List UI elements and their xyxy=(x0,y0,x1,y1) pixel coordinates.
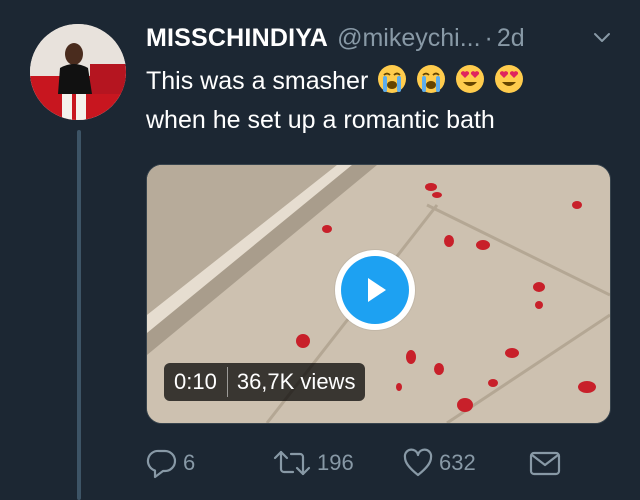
thread-line xyxy=(77,130,81,500)
chevron-down-icon[interactable] xyxy=(592,28,612,48)
user-handle[interactable]: @mikeychi... xyxy=(337,24,480,53)
retweet-count: 196 xyxy=(317,450,354,475)
loudly-crying-face-emoji xyxy=(378,65,407,93)
video-stats-badge: 0:10 36,7K views xyxy=(164,363,366,401)
play-button-circle xyxy=(341,256,409,324)
reply-button[interactable]: 6 xyxy=(146,445,195,481)
display-name[interactable]: MISSCHINDIYA xyxy=(146,24,328,53)
direct-message-button[interactable] xyxy=(528,445,562,481)
separator: · xyxy=(484,23,493,52)
play-icon xyxy=(368,278,386,302)
tweet-header: MISSCHINDIYA @mikeychi... · 2d xyxy=(146,20,620,56)
retweet-button[interactable]: 196 xyxy=(272,445,354,481)
heart-icon xyxy=(403,448,433,477)
avatar[interactable] xyxy=(30,24,126,120)
tweet-text-line-2: when he set up a romantic bath xyxy=(146,106,495,134)
heart-eyes-emoji xyxy=(495,65,524,93)
envelope-icon xyxy=(529,451,561,476)
reply-icon xyxy=(146,449,177,479)
tweet-text-line-1: This was a smasher xyxy=(146,67,369,95)
like-count: 632 xyxy=(439,450,476,475)
reply-count: 6 xyxy=(183,450,196,475)
video-duration: 0:10 xyxy=(164,367,228,397)
heart-eyes-emoji xyxy=(456,65,485,93)
timestamp[interactable]: 2d xyxy=(497,24,525,53)
play-button[interactable] xyxy=(335,250,415,330)
tweet-text: This was a smasher when he set up a roma… xyxy=(146,62,626,140)
retweet-icon xyxy=(273,450,311,476)
loudly-crying-face-emoji xyxy=(417,65,446,93)
tweet-actions: 6 196 632 xyxy=(146,445,576,481)
avatar-photo xyxy=(30,24,126,120)
like-button[interactable]: 632 xyxy=(402,445,476,481)
video-views: 36,7K views xyxy=(236,369,356,394)
